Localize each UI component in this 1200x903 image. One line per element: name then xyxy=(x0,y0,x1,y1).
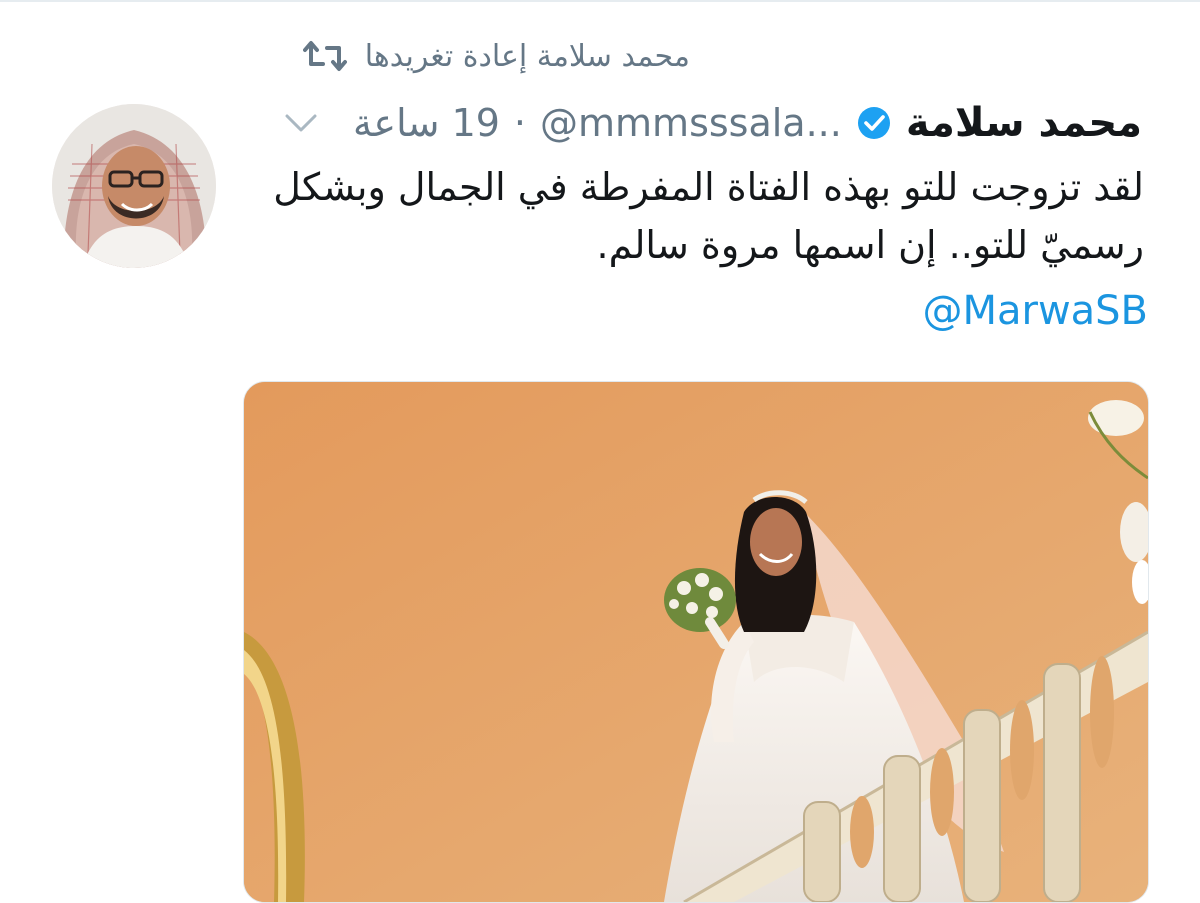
tweet-photo[interactable] xyxy=(243,381,1149,903)
tweet-timestamp[interactable]: 19 ساعة xyxy=(353,101,500,145)
display-name[interactable]: محمد سلامة xyxy=(906,100,1142,146)
retweet-icon xyxy=(302,38,347,74)
header-separator: · xyxy=(513,101,527,145)
top-divider xyxy=(0,0,1200,2)
tweet-body: لقد تزوجت للتو بهذه الفتاة المفرطة في ال… xyxy=(244,158,1144,274)
mention-link[interactable]: @MarwaSB xyxy=(922,288,1148,334)
user-handle[interactable]: @mmmsssala... xyxy=(540,101,842,145)
tweet-text-line-1: لقد تزوجت للتو بهذه الفتاة المفرطة في ال… xyxy=(273,165,1144,209)
tweet-text-line-2: رسميّ للتو.. إن اسمها مروة سالم. xyxy=(596,223,1144,267)
retweet-context-text[interactable]: محمد سلامة إعادة تغريدها xyxy=(365,39,690,74)
avatar[interactable] xyxy=(52,104,216,268)
retweet-context: محمد سلامة إعادة تغريدها xyxy=(302,38,690,74)
chevron-down-icon[interactable] xyxy=(281,108,321,138)
verified-badge-icon xyxy=(856,105,892,141)
tweet-header: محمد سلامة @mmmsssala... · 19 ساعة xyxy=(281,100,1142,146)
